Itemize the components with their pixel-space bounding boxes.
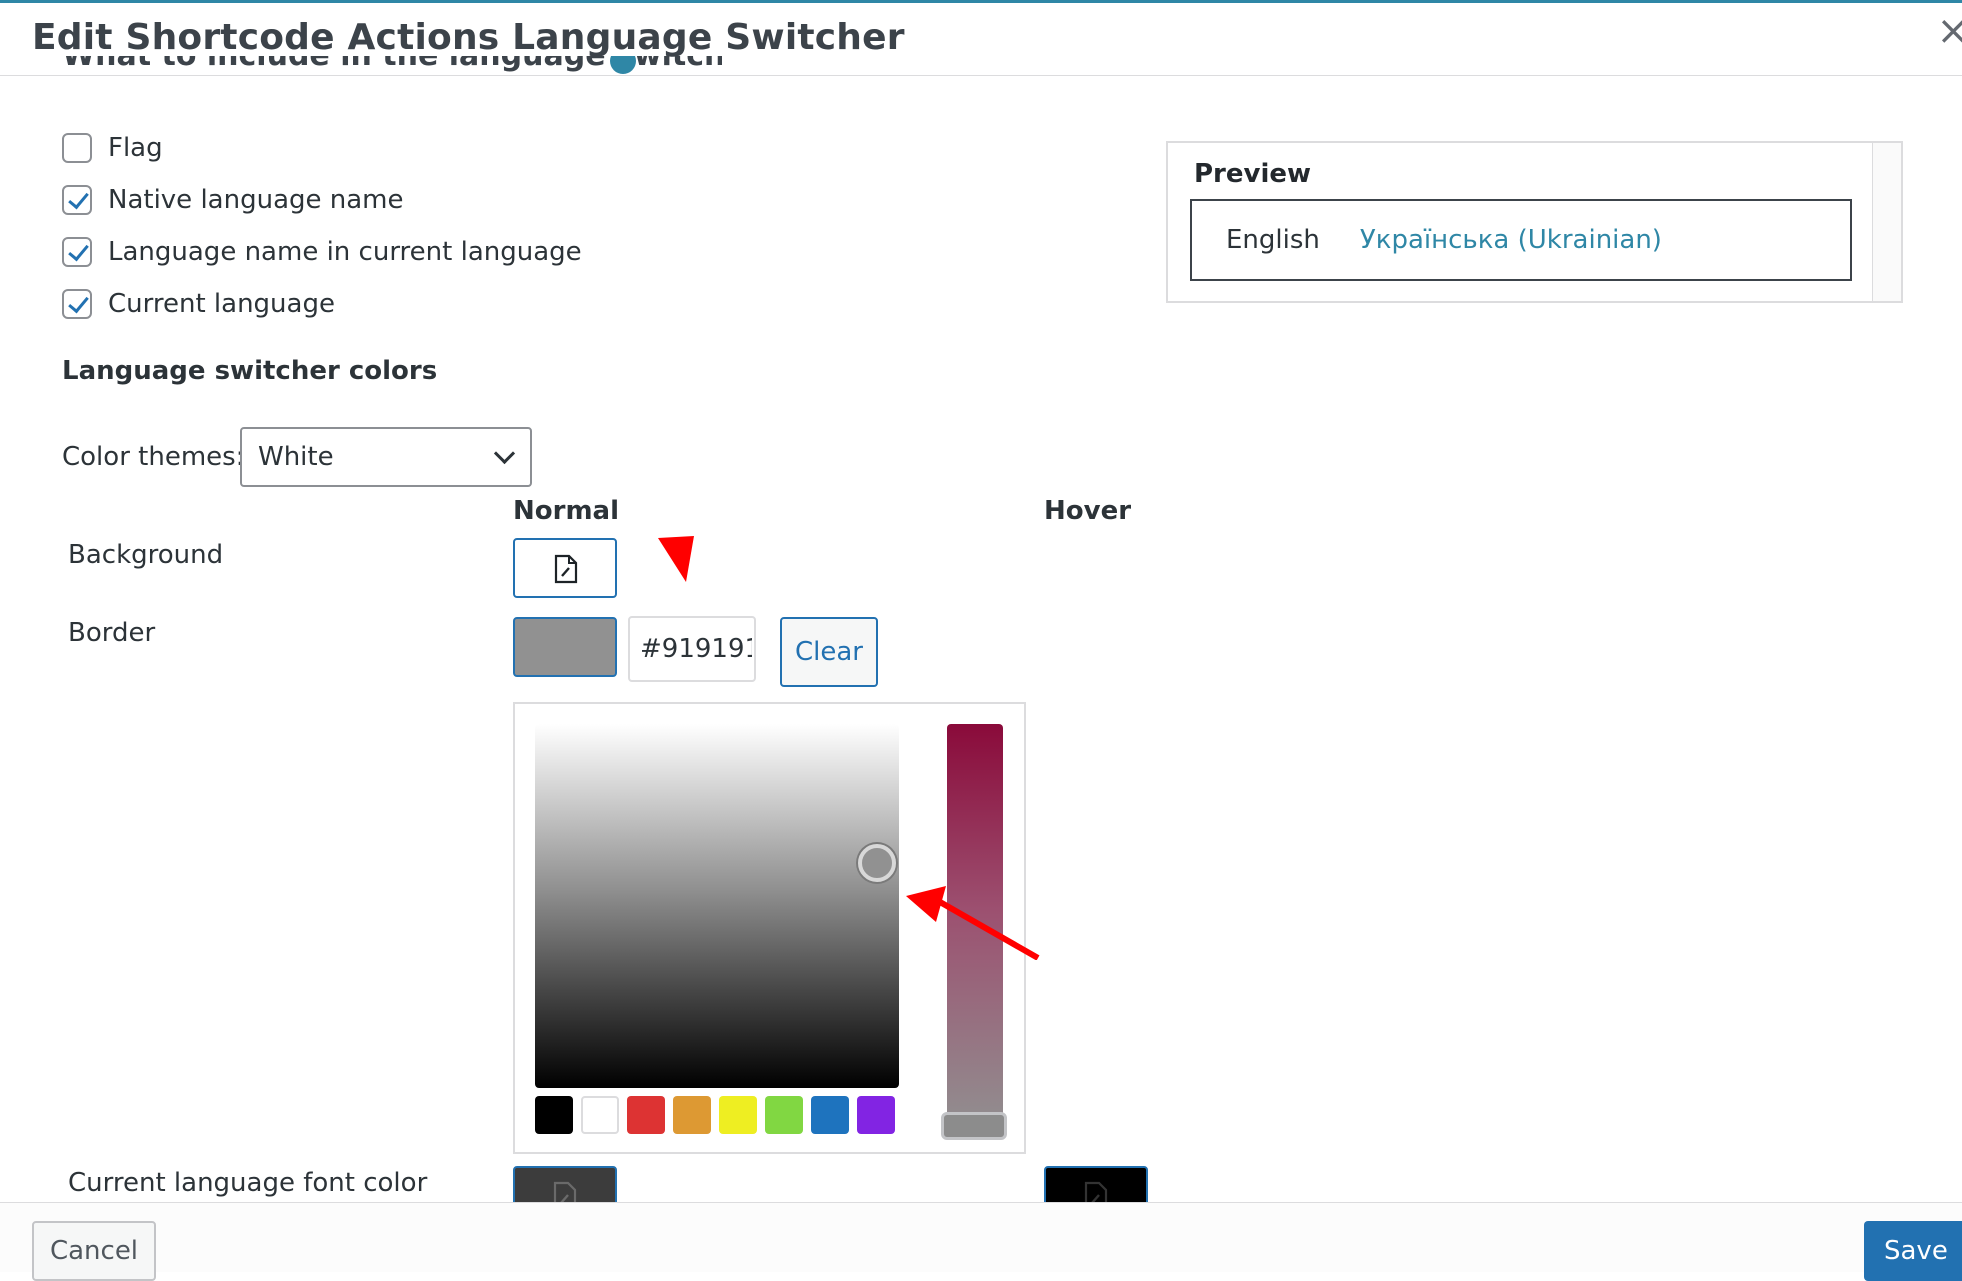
- option-label: Current language: [108, 289, 335, 319]
- current-font-normal-button[interactable]: [513, 1166, 617, 1202]
- annotation-arrow-icon: [658, 536, 694, 582]
- cancel-button[interactable]: Cancel: [32, 1221, 156, 1281]
- edit-document-icon: [1084, 1181, 1108, 1202]
- option-label: Language name in current language: [108, 237, 582, 267]
- saturation-handle[interactable]: [858, 844, 896, 882]
- preview-switcher: English Українська (Ukrainian): [1190, 199, 1852, 281]
- chevron-down-icon: [493, 442, 516, 465]
- border-hex-input[interactable]: [628, 616, 756, 682]
- palette-swatch-orange[interactable]: [673, 1096, 711, 1134]
- option-native-name[interactable]: Native language name: [62, 182, 404, 218]
- palette-swatch-blue[interactable]: [811, 1096, 849, 1134]
- row-border-label: Border: [68, 618, 156, 648]
- preview-scrollbar[interactable]: [1872, 143, 1901, 301]
- option-flag[interactable]: Flag: [62, 130, 163, 166]
- hue-slider-handle[interactable]: [941, 1112, 1007, 1140]
- current-font-hover-button[interactable]: [1044, 1166, 1148, 1202]
- palette-swatch-white[interactable]: [581, 1096, 619, 1134]
- checkbox-name-current-language[interactable]: [62, 237, 92, 267]
- palette-swatch-yellow[interactable]: [719, 1096, 757, 1134]
- palette-swatch-purple[interactable]: [857, 1096, 895, 1134]
- preview-current-language: English: [1226, 225, 1320, 255]
- palette-swatch-green[interactable]: [765, 1096, 803, 1134]
- dialog-footer: Cancel Save: [0, 1202, 1962, 1281]
- preview-panel: Preview English Українська (Ukrainian): [1166, 141, 1903, 303]
- checkbox-native-name[interactable]: [62, 185, 92, 215]
- border-color-swatch[interactable]: [513, 617, 617, 677]
- color-theme-value: White: [258, 442, 334, 472]
- option-label: Native language name: [108, 185, 404, 215]
- column-hover: Hover: [1044, 496, 1132, 526]
- include-heading-clipped: What to include in the language switcher…: [62, 56, 722, 88]
- option-current-language[interactable]: Current language: [62, 286, 335, 322]
- palette-swatch-red[interactable]: [627, 1096, 665, 1134]
- color-theme-select[interactable]: White: [240, 427, 532, 487]
- clear-button[interactable]: Clear: [780, 617, 878, 687]
- dialog-title: Edit Shortcode Actions Language Switcher: [32, 17, 905, 58]
- edit-document-icon: [554, 554, 578, 584]
- checkbox-flag[interactable]: [62, 133, 92, 163]
- checkbox-current-language[interactable]: [62, 289, 92, 319]
- option-name-current-language[interactable]: Language name in current language: [62, 234, 582, 270]
- clipped-row: [0, 1158, 1962, 1202]
- saturation-value-area[interactable]: [535, 724, 899, 1088]
- palette-swatch-black[interactable]: [535, 1096, 573, 1134]
- column-normal: Normal: [513, 496, 619, 526]
- preview-language-link[interactable]: Українська (Ukrainian): [1360, 225, 1662, 255]
- color-palette: [535, 1096, 895, 1134]
- color-theme-label: Color themes:: [62, 442, 245, 472]
- colors-section-title: Language switcher colors: [62, 356, 438, 386]
- preview-title: Preview: [1194, 159, 1312, 189]
- close-icon[interactable]: ×: [1936, 11, 1962, 51]
- option-label: Flag: [108, 133, 163, 163]
- row-background-label: Background: [68, 540, 224, 570]
- background-color-button[interactable]: [513, 538, 617, 598]
- edit-document-icon: [553, 1181, 577, 1202]
- annotation-arrow-icon: [906, 886, 1040, 960]
- save-button[interactable]: Save: [1864, 1221, 1962, 1281]
